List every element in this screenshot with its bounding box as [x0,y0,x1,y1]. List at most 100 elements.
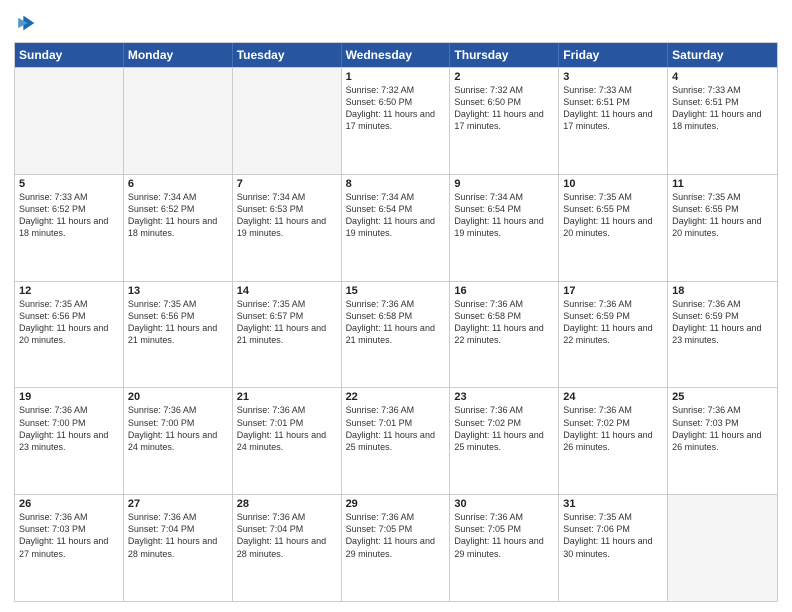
day-info: Sunrise: 7:35 AMSunset: 6:57 PMDaylight:… [237,298,337,347]
calendar-cell [15,68,124,174]
calendar-cell [233,68,342,174]
day-number: 4 [672,71,773,83]
day-info: Sunrise: 7:34 AMSunset: 6:52 PMDaylight:… [128,191,228,240]
calendar-cell: 1Sunrise: 7:32 AMSunset: 6:50 PMDaylight… [342,68,451,174]
logo-icon [16,12,38,34]
calendar-cell: 23Sunrise: 7:36 AMSunset: 7:02 PMDayligh… [450,388,559,494]
day-number: 18 [672,285,773,297]
calendar-cell: 12Sunrise: 7:35 AMSunset: 6:56 PMDayligh… [15,282,124,388]
calendar-row-2: 12Sunrise: 7:35 AMSunset: 6:56 PMDayligh… [15,281,777,388]
calendar-cell: 24Sunrise: 7:36 AMSunset: 7:02 PMDayligh… [559,388,668,494]
calendar-cell: 6Sunrise: 7:34 AMSunset: 6:52 PMDaylight… [124,175,233,281]
calendar-cell: 18Sunrise: 7:36 AMSunset: 6:59 PMDayligh… [668,282,777,388]
day-number: 28 [237,498,337,510]
day-info: Sunrise: 7:35 AMSunset: 7:06 PMDaylight:… [563,511,663,560]
day-number: 27 [128,498,228,510]
calendar-cell: 9Sunrise: 7:34 AMSunset: 6:54 PMDaylight… [450,175,559,281]
calendar-cell: 30Sunrise: 7:36 AMSunset: 7:05 PMDayligh… [450,495,559,601]
day-info: Sunrise: 7:36 AMSunset: 6:58 PMDaylight:… [454,298,554,347]
day-info: Sunrise: 7:36 AMSunset: 7:04 PMDaylight:… [237,511,337,560]
day-info: Sunrise: 7:33 AMSunset: 6:51 PMDaylight:… [563,84,663,133]
day-info: Sunrise: 7:35 AMSunset: 6:55 PMDaylight:… [672,191,773,240]
calendar-cell: 4Sunrise: 7:33 AMSunset: 6:51 PMDaylight… [668,68,777,174]
day-info: Sunrise: 7:36 AMSunset: 7:05 PMDaylight:… [346,511,446,560]
day-info: Sunrise: 7:35 AMSunset: 6:56 PMDaylight:… [19,298,119,347]
calendar-cell [124,68,233,174]
day-number: 12 [19,285,119,297]
calendar-cell: 26Sunrise: 7:36 AMSunset: 7:03 PMDayligh… [15,495,124,601]
day-info: Sunrise: 7:33 AMSunset: 6:52 PMDaylight:… [19,191,119,240]
page: SundayMondayTuesdayWednesdayThursdayFrid… [0,0,792,612]
day-info: Sunrise: 7:32 AMSunset: 6:50 PMDaylight:… [346,84,446,133]
calendar-row-1: 5Sunrise: 7:33 AMSunset: 6:52 PMDaylight… [15,174,777,281]
day-info: Sunrise: 7:34 AMSunset: 6:54 PMDaylight:… [346,191,446,240]
day-info: Sunrise: 7:36 AMSunset: 7:02 PMDaylight:… [454,404,554,453]
calendar-row-4: 26Sunrise: 7:36 AMSunset: 7:03 PMDayligh… [15,494,777,601]
day-number: 14 [237,285,337,297]
day-number: 6 [128,178,228,190]
calendar-cell: 17Sunrise: 7:36 AMSunset: 6:59 PMDayligh… [559,282,668,388]
calendar-cell: 13Sunrise: 7:35 AMSunset: 6:56 PMDayligh… [124,282,233,388]
day-number: 31 [563,498,663,510]
day-number: 9 [454,178,554,190]
calendar-cell: 27Sunrise: 7:36 AMSunset: 7:04 PMDayligh… [124,495,233,601]
header-day-friday: Friday [559,43,668,67]
day-number: 24 [563,391,663,403]
day-info: Sunrise: 7:36 AMSunset: 7:05 PMDaylight:… [454,511,554,560]
calendar-cell: 5Sunrise: 7:33 AMSunset: 6:52 PMDaylight… [15,175,124,281]
calendar-row-3: 19Sunrise: 7:36 AMSunset: 7:00 PMDayligh… [15,387,777,494]
day-info: Sunrise: 7:36 AMSunset: 7:02 PMDaylight:… [563,404,663,453]
header [14,10,778,34]
calendar-cell: 10Sunrise: 7:35 AMSunset: 6:55 PMDayligh… [559,175,668,281]
day-info: Sunrise: 7:32 AMSunset: 6:50 PMDaylight:… [454,84,554,133]
day-info: Sunrise: 7:36 AMSunset: 6:59 PMDaylight:… [563,298,663,347]
day-info: Sunrise: 7:36 AMSunset: 7:01 PMDaylight:… [237,404,337,453]
calendar-cell: 25Sunrise: 7:36 AMSunset: 7:03 PMDayligh… [668,388,777,494]
calendar-cell: 21Sunrise: 7:36 AMSunset: 7:01 PMDayligh… [233,388,342,494]
day-number: 20 [128,391,228,403]
day-number: 22 [346,391,446,403]
header-day-sunday: Sunday [15,43,124,67]
calendar-cell: 29Sunrise: 7:36 AMSunset: 7:05 PMDayligh… [342,495,451,601]
day-number: 16 [454,285,554,297]
calendar-header: SundayMondayTuesdayWednesdayThursdayFrid… [15,43,777,67]
day-number: 13 [128,285,228,297]
calendar-cell: 7Sunrise: 7:34 AMSunset: 6:53 PMDaylight… [233,175,342,281]
calendar-cell: 11Sunrise: 7:35 AMSunset: 6:55 PMDayligh… [668,175,777,281]
day-number: 19 [19,391,119,403]
calendar: SundayMondayTuesdayWednesdayThursdayFrid… [14,42,778,602]
calendar-cell: 16Sunrise: 7:36 AMSunset: 6:58 PMDayligh… [450,282,559,388]
day-number: 25 [672,391,773,403]
day-info: Sunrise: 7:36 AMSunset: 7:00 PMDaylight:… [128,404,228,453]
calendar-cell: 22Sunrise: 7:36 AMSunset: 7:01 PMDayligh… [342,388,451,494]
day-number: 1 [346,71,446,83]
header-day-thursday: Thursday [450,43,559,67]
calendar-cell: 19Sunrise: 7:36 AMSunset: 7:00 PMDayligh… [15,388,124,494]
day-info: Sunrise: 7:36 AMSunset: 7:03 PMDaylight:… [19,511,119,560]
calendar-body: 1Sunrise: 7:32 AMSunset: 6:50 PMDaylight… [15,67,777,601]
day-info: Sunrise: 7:35 AMSunset: 6:56 PMDaylight:… [128,298,228,347]
header-day-saturday: Saturday [668,43,777,67]
day-number: 3 [563,71,663,83]
day-number: 10 [563,178,663,190]
calendar-cell: 15Sunrise: 7:36 AMSunset: 6:58 PMDayligh… [342,282,451,388]
day-info: Sunrise: 7:35 AMSunset: 6:55 PMDaylight:… [563,191,663,240]
day-number: 5 [19,178,119,190]
day-info: Sunrise: 7:36 AMSunset: 6:58 PMDaylight:… [346,298,446,347]
logo [14,14,38,34]
calendar-cell: 8Sunrise: 7:34 AMSunset: 6:54 PMDaylight… [342,175,451,281]
day-number: 17 [563,285,663,297]
day-number: 7 [237,178,337,190]
calendar-cell: 2Sunrise: 7:32 AMSunset: 6:50 PMDaylight… [450,68,559,174]
calendar-cell [668,495,777,601]
day-number: 2 [454,71,554,83]
day-info: Sunrise: 7:36 AMSunset: 7:04 PMDaylight:… [128,511,228,560]
calendar-cell: 3Sunrise: 7:33 AMSunset: 6:51 PMDaylight… [559,68,668,174]
calendar-cell: 20Sunrise: 7:36 AMSunset: 7:00 PMDayligh… [124,388,233,494]
day-number: 30 [454,498,554,510]
day-info: Sunrise: 7:36 AMSunset: 7:00 PMDaylight:… [19,404,119,453]
header-day-monday: Monday [124,43,233,67]
day-number: 21 [237,391,337,403]
calendar-cell: 31Sunrise: 7:35 AMSunset: 7:06 PMDayligh… [559,495,668,601]
header-day-tuesday: Tuesday [233,43,342,67]
